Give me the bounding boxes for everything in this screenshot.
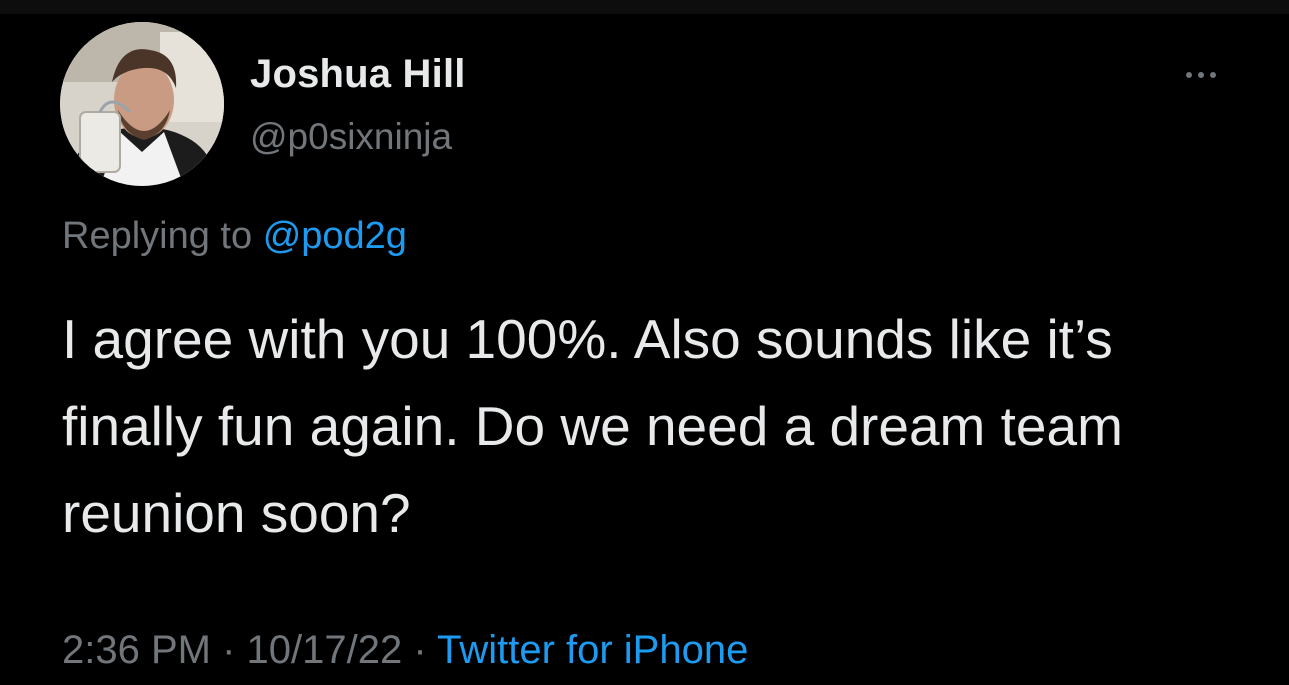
tweet-date[interactable]: 10/17/22 <box>247 628 403 672</box>
tweet-text: I agree with you 100%. Also sounds like … <box>62 308 1123 544</box>
more-options-button[interactable] <box>1176 62 1226 88</box>
replying-to-label: Replying to <box>62 215 253 257</box>
author-handle[interactable]: @p0sixninja <box>250 116 452 158</box>
replying-to-line: Replying to @pod2g <box>62 215 407 258</box>
tweet-detail: Joshua Hill @p0sixninja Replying to @pod… <box>0 0 1289 685</box>
tweet-meta: 2:36 PM · 10/17/22 · Twitter for iPhone <box>62 628 748 673</box>
more-horizontal-icon <box>1183 72 1219 78</box>
tweet-source-link[interactable]: Twitter for iPhone <box>437 628 748 672</box>
meta-separator: · <box>413 628 427 672</box>
meta-separator: · <box>222 628 236 672</box>
tweet-time[interactable]: 2:36 PM <box>62 628 211 672</box>
avatar[interactable] <box>60 22 224 186</box>
reply-mention-link[interactable]: @pod2g <box>263 215 407 257</box>
avatar-photo <box>60 22 224 186</box>
author-display-name[interactable]: Joshua Hill <box>250 52 466 97</box>
